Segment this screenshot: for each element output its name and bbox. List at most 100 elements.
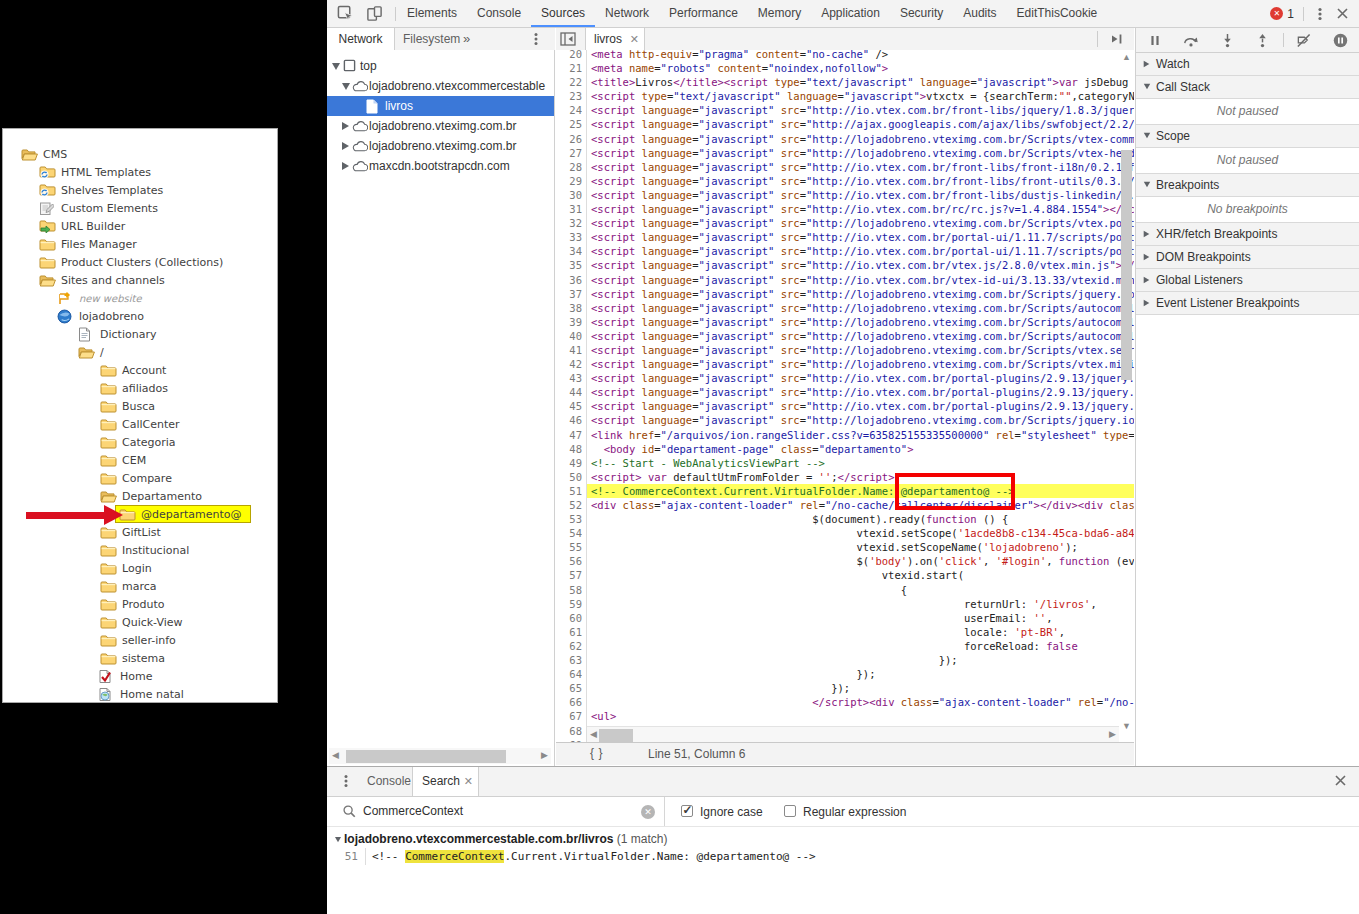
search-result-file[interactable]: lojadobreno.vtexcommercestable.com.br/li… — [327, 831, 1359, 848]
main-tab-editthiscookie[interactable]: EditThisCookie — [1007, 0, 1108, 27]
code-line-53[interactable]: $(document).ready(function () { — [587, 512, 1134, 526]
cms-tree-item-quick-view[interactable]: Quick-View — [100, 613, 183, 631]
cms-tree-item-shelves-templates[interactable]: Shelves Templates — [39, 181, 163, 199]
code-line-21[interactable]: <meta name="robots" content="noindex,nof… — [587, 61, 1134, 75]
toggle-navigator-icon[interactable] — [560, 32, 576, 46]
chevron-down-icon[interactable] — [332, 63, 340, 70]
ignore-case-label[interactable]: Ignore case — [700, 805, 763, 819]
step-out-icon[interactable] — [1256, 33, 1269, 48]
navigator-item-lojadobreno-vteximg-com-br[interactable]: lojadobreno.vteximg.com.br — [327, 136, 555, 156]
cms-tree-item-custom-elements[interactable]: Custom Elements — [39, 199, 158, 217]
clear-search-icon[interactable]: ✕ — [641, 805, 655, 819]
cms-tree-item-product-clusters-collections-[interactable]: Product Clusters (Collections) — [39, 253, 223, 271]
code-line-57[interactable]: vtexid.start( — [587, 568, 1134, 582]
source-editor[interactable]: 2021222324252627282930313233343536373839… — [556, 50, 1134, 742]
code-line-64[interactable]: }); — [587, 667, 1134, 681]
search-input[interactable]: CommerceContext — [363, 804, 463, 818]
cms-tree-item-departamento[interactable]: Departamento — [100, 487, 202, 505]
cms-tree-item-html-templates[interactable]: HTML Templates — [39, 163, 151, 181]
code-line-47[interactable]: <link href="/arquivos/ion.rangeSlider.cs… — [587, 428, 1134, 442]
close-icon[interactable] — [1336, 7, 1349, 20]
main-tab-performance[interactable]: Performance — [659, 0, 748, 27]
drawer-tab-search[interactable]: Search✕ — [412, 767, 479, 796]
cms-tree-item-busca[interactable]: Busca — [100, 397, 155, 415]
main-tab-sources[interactable]: Sources — [531, 0, 595, 27]
regex-checkbox[interactable] — [784, 805, 796, 817]
regex-label[interactable]: Regular expression — [803, 805, 906, 819]
code-line-48[interactable]: <body id="departament-page" class="depar… — [587, 442, 1134, 456]
navigator-tab-filesystem[interactable]: Filesystem — [403, 28, 460, 50]
code-line-46[interactable]: <script language="javascript" src="http:… — [587, 413, 1134, 427]
code-line-33[interactable]: <script language="javascript" src="http:… — [587, 230, 1134, 244]
code-line-30[interactable]: <script language="javascript" src="http:… — [587, 188, 1134, 202]
main-tab-elements[interactable]: Elements — [397, 0, 467, 27]
code-line-29[interactable]: <script language="javascript" src="http:… — [587, 174, 1134, 188]
sidebar-section-event-listener-breakpoints[interactable]: Event Listener Breakpoints — [1136, 292, 1359, 315]
deactivate-breakpoints-icon[interactable] — [1296, 33, 1311, 48]
sidebar-section-scope[interactable]: Scope — [1136, 125, 1359, 148]
kebab-menu-icon[interactable] — [1313, 6, 1327, 22]
show-debugger-icon[interactable] — [1109, 32, 1125, 46]
code-line-25[interactable]: <script language="javascript" src="http:… — [587, 117, 1134, 131]
cms-tree-item-giftlist[interactable]: GiftList — [100, 523, 161, 541]
code-line-32[interactable]: <script language="javascript" src="http:… — [587, 216, 1134, 230]
code-line-24[interactable]: <script language="javascript" src="http:… — [587, 103, 1134, 117]
code-line-60[interactable]: userEmail: '', — [587, 611, 1134, 625]
cms-tree-item-marca[interactable]: marca — [100, 577, 157, 595]
drawer-menu-icon[interactable] — [339, 773, 353, 789]
sidebar-section-watch[interactable]: Watch — [1136, 53, 1359, 76]
code-line-65[interactable]: }); — [587, 681, 1134, 695]
code-line-66[interactable]: </script><div class="ajax-content-loader… — [587, 695, 1134, 709]
code-line-28[interactable]: <script language="javascript" src="http:… — [587, 160, 1134, 174]
main-tab-audits[interactable]: Audits — [953, 0, 1006, 27]
code-line-27[interactable]: <script language="javascript" src="http:… — [587, 146, 1134, 160]
code-line-59[interactable]: returnUrl: '/livros', — [587, 597, 1134, 611]
cms-tree-item-lojadobreno[interactable]: lojadobreno — [57, 307, 144, 325]
sidebar-section-dom-breakpoints[interactable]: DOM Breakpoints — [1136, 246, 1359, 269]
code-line-31[interactable]: <script language="javascript" src="http:… — [587, 202, 1134, 216]
navigator-item-lojadobreno-vtexcommercestable[interactable]: lojadobreno.vtexcommercestable — [327, 76, 555, 96]
pretty-print-icon[interactable]: { } — [590, 746, 603, 760]
navigator-item-lojadobreno-vteximg-com-br[interactable]: lojadobreno.vteximg.com.br — [327, 116, 555, 136]
code-line-44[interactable]: <script language="javascript" src="http:… — [587, 385, 1134, 399]
chevron-right-icon[interactable] — [342, 162, 349, 170]
sidebar-section-xhr-fetch-breakpoints[interactable]: XHR/fetch Breakpoints — [1136, 223, 1359, 246]
cms-tree-item-account[interactable]: Account — [100, 361, 166, 379]
cms-tree-item-seller-info[interactable]: seller-info — [100, 631, 176, 649]
code-line-58[interactable]: { — [587, 583, 1134, 597]
code-line-26[interactable]: <script language="javascript" src="http:… — [587, 132, 1134, 146]
cms-tree-item-institucional[interactable]: Institucional — [100, 541, 189, 559]
inspect-element-icon[interactable] — [337, 5, 354, 22]
code-line-20[interactable]: <meta http-equiv="pragma" content="no-ca… — [587, 50, 1134, 61]
sidebar-section-global-listeners[interactable]: Global Listeners — [1136, 269, 1359, 292]
scroll-left-icon[interactable]: ◀ — [332, 750, 339, 760]
more-tabs-icon[interactable]: » — [463, 28, 470, 49]
cms-tree-item-new-website[interactable]: new website — [57, 289, 142, 307]
cms-tree-item-categoria[interactable]: Categoria — [100, 433, 176, 451]
cms-tree-item-login[interactable]: Login — [100, 559, 152, 577]
main-tab-memory[interactable]: Memory — [748, 0, 811, 27]
code-line-49[interactable]: <!-- Start - WebAnalyticsViewPart --> — [587, 456, 1134, 470]
scrollbar-thumb[interactable] — [599, 729, 633, 742]
code-line-34[interactable]: <script language="javascript" src="http:… — [587, 244, 1134, 258]
cms-tree-item-produto[interactable]: Produto — [100, 595, 164, 613]
step-over-icon[interactable] — [1183, 34, 1199, 47]
code-line-51[interactable]: <!-- CommerceContext.Current.VirtualFold… — [587, 484, 1134, 498]
cms-tree-item-home[interactable]: Home — [98, 667, 152, 685]
code-line-38[interactable]: <script language="javascript" src="http:… — [587, 301, 1134, 315]
code-line-62[interactable]: forceReload: false — [587, 639, 1134, 653]
code-line-67[interactable]: <ul> — [587, 709, 1134, 723]
device-toolbar-icon[interactable] — [366, 5, 383, 22]
cms-tree-item-files-manager[interactable]: Files Manager — [39, 235, 137, 253]
sidebar-section-breakpoints[interactable]: Breakpoints — [1136, 174, 1359, 197]
pause-script-icon[interactable] — [1149, 34, 1161, 47]
cms-tree-item-compare[interactable]: Compare — [100, 469, 172, 487]
cms-tree-item-url-builder[interactable]: URL Builder — [39, 217, 125, 235]
error-badge[interactable]: ✕1 — [1270, 7, 1294, 21]
scrollbar-thumb[interactable] — [346, 750, 506, 763]
cms-tree-item--departamento-[interactable]: @departamento@ — [115, 505, 251, 523]
code-line-43[interactable]: <script language="javascript" src="http:… — [587, 371, 1134, 385]
scroll-left-icon[interactable]: ◀ — [590, 729, 597, 739]
main-tab-security[interactable]: Security — [890, 0, 953, 27]
editor-vertical-scrollbar[interactable]: ▲ ▼ — [1119, 50, 1134, 742]
